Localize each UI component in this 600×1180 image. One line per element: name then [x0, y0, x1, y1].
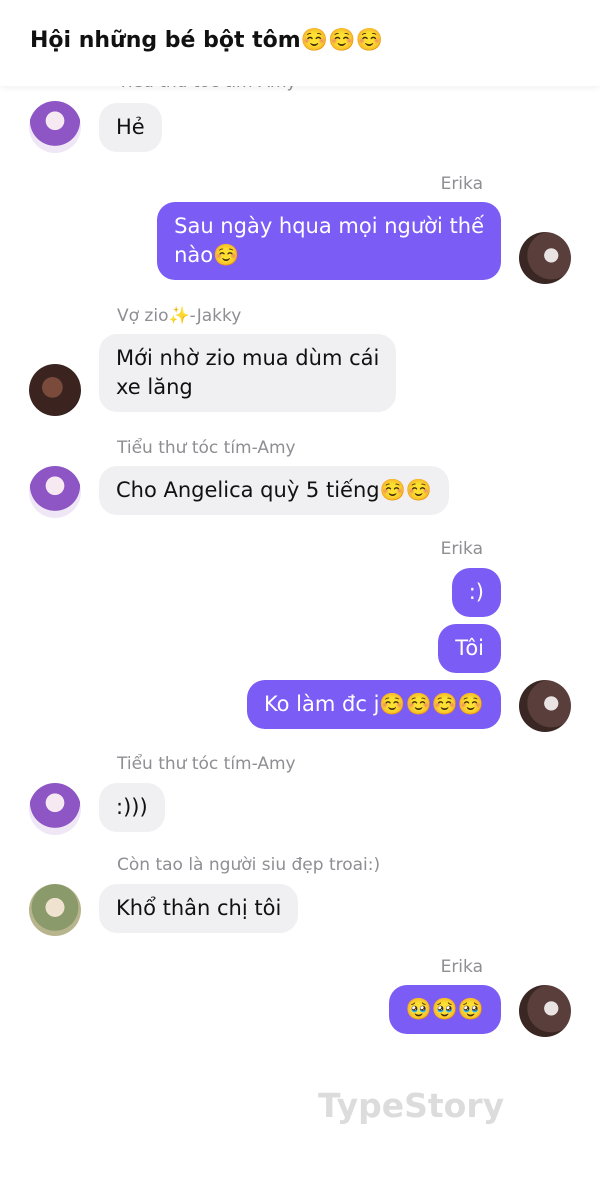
avatar-erika-icon[interactable]: [519, 232, 571, 284]
avatar-erika-icon[interactable]: [519, 985, 571, 1037]
sender-name: Còn tao là người siu đẹp troai:): [117, 855, 381, 875]
message-text-line: nào☺️: [174, 243, 240, 267]
sender-name: Erika: [440, 539, 483, 559]
message-text-line: Sau ngày hqua mọi người thế: [174, 214, 484, 238]
message-bubble[interactable]: Hẻ: [99, 103, 162, 152]
message-text: Ko làm đc j☺️☺️☺️☺️: [263, 692, 484, 716]
message-bubble[interactable]: Ko làm đc j☺️☺️☺️☺️: [246, 680, 501, 729]
message-text: Khổ thân chị tôi: [116, 896, 282, 920]
message-bubble[interactable]: Cho Angelica quỳ 5 tiếng☺️☺️: [99, 466, 449, 515]
avatar-jakky-icon[interactable]: [29, 364, 81, 416]
sender-name: Tiểu thư tóc tím-Amy: [117, 438, 296, 458]
message-bubble[interactable]: Mới nhờ zio mua dùm cái xe lăng: [99, 334, 397, 412]
chat-header: Hội những bé bột tôm☺️☺️☺️: [0, 0, 600, 86]
avatar-amy-icon[interactable]: [29, 101, 81, 153]
avatar-amy-icon[interactable]: [29, 466, 81, 518]
avatar-siu-icon[interactable]: [29, 884, 81, 936]
avatar-amy-icon[interactable]: [29, 783, 81, 835]
message-bubble[interactable]: Khổ thân chị tôi: [99, 884, 299, 933]
sender-name: Erika: [440, 957, 483, 977]
avatar-erika-icon[interactable]: [519, 680, 571, 732]
message-list[interactable]: Tiểu thư tóc tím-Amy Hẻ Erika Sau ngày h…: [0, 0, 600, 1180]
message-text: :): [468, 580, 484, 604]
message-bubble[interactable]: 🥹🥹🥹: [388, 985, 501, 1034]
watermark-logo: TypeStory: [318, 1086, 505, 1125]
group-title[interactable]: Hội những bé bột tôm☺️☺️☺️: [30, 28, 383, 53]
message-text: :))): [116, 795, 148, 819]
message-bubble[interactable]: :))): [99, 783, 165, 832]
sender-name: Vợ zio✨-Jakky: [117, 306, 242, 326]
message-text-line: xe lăng: [116, 375, 193, 399]
message-bubble[interactable]: Tôi: [438, 624, 501, 673]
message-text: Tôi: [455, 636, 484, 660]
message-text: 🥹🥹🥹: [405, 997, 484, 1021]
message-text: Cho Angelica quỳ 5 tiếng☺️☺️: [116, 478, 432, 502]
sender-name: Tiểu thư tóc tím-Amy: [117, 754, 296, 774]
message-text-line: Mới nhờ zio mua dùm cái: [116, 346, 380, 370]
message-text: Hẻ: [116, 115, 145, 139]
message-bubble[interactable]: :): [451, 568, 501, 617]
sender-name: Erika: [440, 174, 483, 194]
message-bubble[interactable]: Sau ngày hqua mọi người thế nào☺️: [157, 202, 501, 280]
